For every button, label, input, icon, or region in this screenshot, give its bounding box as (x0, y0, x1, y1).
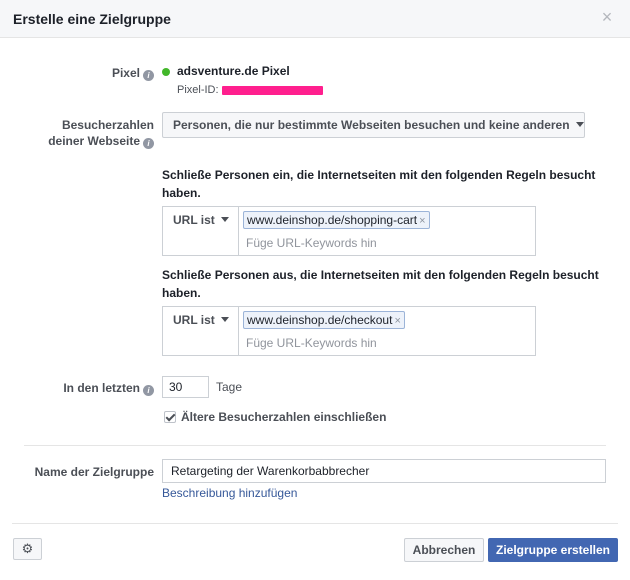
include-url-token-text: www.deinshop.de/shopping-cart (247, 213, 418, 227)
retention-label-row: In den letzten i (40, 380, 154, 396)
audience-name-input[interactable] (162, 459, 606, 483)
retention-label: In den letzten (63, 381, 140, 395)
chevron-down-icon (575, 122, 584, 127)
pixel-id-label: Pixel-ID: (177, 84, 219, 96)
dialog-title: Erstelle eine Zielgruppe (13, 11, 171, 27)
visitors-label-line1: Besucherzahlen (61, 118, 154, 132)
pixel-status-dot (162, 68, 170, 76)
older-visitors-label[interactable]: Ältere Besucherzahlen einschließen (181, 410, 386, 424)
audience-name-label: Name der Zielgruppe (34, 465, 154, 479)
close-icon[interactable]: × (599, 8, 615, 26)
create-audience-button[interactable]: Zielgruppe erstellen (488, 538, 618, 562)
exclude-url-token-text: www.deinshop.de/checkout (247, 313, 393, 327)
older-visitors-row: Ältere Besucherzahlen einschließen (164, 410, 386, 424)
info-icon[interactable]: i (143, 70, 154, 81)
visitors-label: Besucherzahlen deiner Webseite i (20, 117, 154, 149)
exclude-keyword-input[interactable] (243, 334, 528, 352)
info-icon[interactable]: i (143, 385, 154, 396)
remove-token-icon[interactable]: × (394, 315, 400, 327)
add-description-link[interactable]: Beschreibung hinzufügen (162, 486, 297, 500)
exclude-rule-select[interactable]: URL ist (163, 307, 239, 355)
exclude-rule-select-label: URL ist (173, 313, 215, 327)
cancel-button[interactable]: Abbrechen (404, 538, 484, 562)
include-rule-select[interactable]: URL ist (163, 207, 239, 255)
retention-days-input[interactable] (162, 376, 209, 398)
create-audience-dialog: Erstelle eine Zielgruppe × Pixel i adsven… (0, 0, 630, 580)
older-visitors-checkbox[interactable] (164, 411, 176, 423)
pixel-id-redacted (222, 86, 323, 95)
exclude-rule-text: Schließe Personen aus, die Internetseite… (162, 268, 599, 300)
include-rule-text: Schließe Personen ein, die Internetseite… (162, 168, 596, 200)
retention-unit: Tage (216, 380, 243, 394)
pixel-label: Pixel (111, 66, 140, 80)
gear-icon: ⚙ (21, 541, 34, 556)
dialog-header: Erstelle eine Zielgruppe × (0, 0, 630, 38)
include-rule-box: URL ist www.deinshop.de/shopping-cart × (162, 206, 536, 256)
remove-token-icon[interactable]: × (419, 215, 425, 227)
info-icon[interactable]: i (143, 138, 154, 149)
divider (24, 445, 606, 446)
pixel-name: adsventure.de Pixel (177, 64, 290, 78)
include-rule-select-label: URL ist (173, 213, 215, 227)
exclude-url-token: www.deinshop.de/checkout × (243, 311, 405, 329)
visitors-dropdown-value: Personen, die nur bestimmte Webseiten be… (173, 118, 570, 132)
visitors-dropdown[interactable]: Personen, die nur bestimmte Webseiten be… (162, 112, 585, 138)
include-url-token: www.deinshop.de/shopping-cart × (243, 211, 430, 229)
include-keyword-input[interactable] (243, 234, 528, 252)
chevron-down-icon (220, 217, 229, 222)
chevron-down-icon (220, 317, 229, 322)
footer-divider (12, 523, 618, 524)
settings-button[interactable]: ⚙ (13, 538, 42, 560)
visitors-label-line2: deiner Webseite (48, 134, 140, 148)
exclude-rule-box: URL ist www.deinshop.de/checkout × (162, 306, 536, 356)
pixel-label-row: Pixel i (60, 65, 154, 81)
